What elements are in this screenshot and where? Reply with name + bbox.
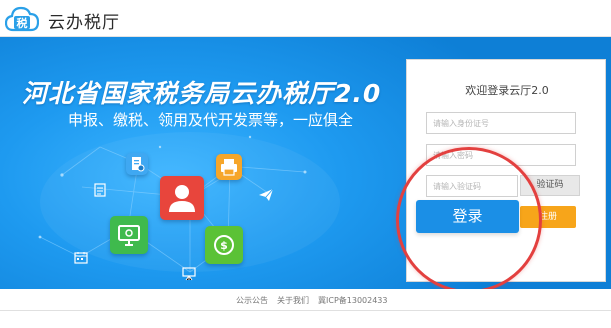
login-title: 欢迎登录云厅2.0 bbox=[465, 84, 549, 97]
document-icon bbox=[94, 183, 106, 197]
cloud-tax-logo-icon[interactable]: 税 bbox=[5, 4, 39, 34]
footer-notice-link[interactable]: 公示公告 bbox=[236, 295, 268, 306]
register-button[interactable]: 注册 bbox=[520, 206, 576, 228]
banner-title: 河北省国家税务局云办税厅2.0 bbox=[22, 79, 382, 108]
password-input[interactable] bbox=[426, 144, 576, 166]
svg-text:$: $ bbox=[220, 239, 228, 252]
logo-glyph: 税 bbox=[17, 16, 28, 30]
monitor-icon bbox=[110, 216, 148, 254]
id-number-input[interactable] bbox=[426, 112, 576, 134]
footer-about-link[interactable]: 关于我们 bbox=[277, 295, 309, 306]
login-card: 欢迎登录云厅2.0 验证码 注册 登录 bbox=[406, 59, 606, 282]
user-icon bbox=[160, 176, 204, 220]
presentation-icon bbox=[182, 267, 196, 281]
captcha-button[interactable]: 验证码 bbox=[520, 175, 580, 196]
footer-icp-link[interactable]: 冀ICP备13002433 bbox=[318, 295, 388, 306]
invoice-icon bbox=[126, 153, 148, 175]
banner-subtitle: 申报、缴税、领用及代开发票等，一应俱全 bbox=[68, 111, 354, 129]
app-name: 云办税厅 bbox=[48, 13, 120, 33]
login-button[interactable]: 登录 bbox=[416, 200, 519, 233]
calendar-icon bbox=[74, 252, 88, 264]
coin-icon: $ bbox=[205, 226, 243, 264]
paper-plane-icon bbox=[259, 188, 274, 201]
header: 税 云办税厅 bbox=[0, 0, 611, 37]
footer: 公示公告 关于我们 冀ICP备13002433 bbox=[0, 289, 611, 311]
print-icon bbox=[216, 154, 242, 180]
captcha-input[interactable] bbox=[426, 175, 518, 197]
